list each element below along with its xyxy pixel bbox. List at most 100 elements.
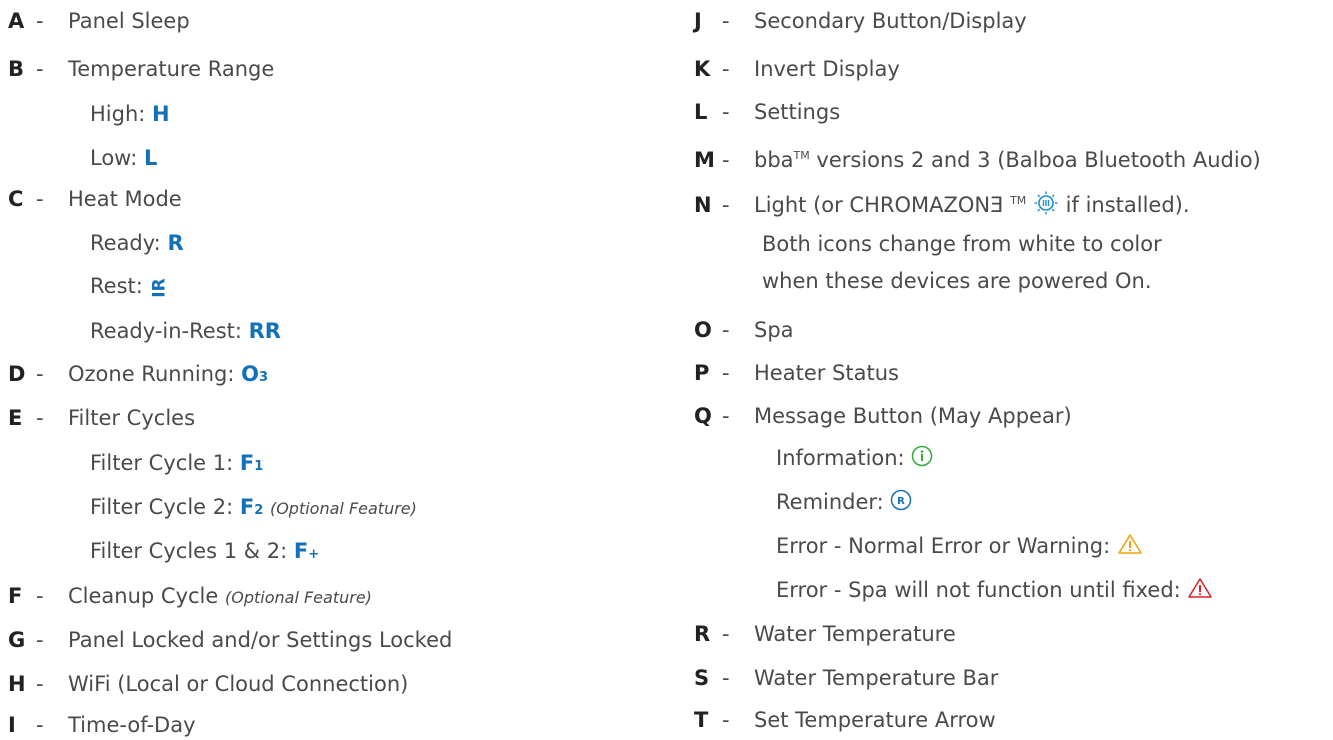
legend-dash: - [722, 9, 730, 33]
legend-item-k: K - Invert Display [694, 56, 900, 82]
light-label: Light (or CHROMAZONƎ [754, 193, 1004, 217]
legend-item-c: C - Heat Mode [8, 186, 182, 212]
legend-letter: I [8, 713, 16, 737]
legend-label: Ozone Running: [68, 362, 235, 386]
rir-label: Ready-in-Rest: [90, 319, 242, 343]
legend-letter: P [694, 361, 710, 385]
legend-label: Panel Sleep [68, 9, 190, 33]
fc12-label: Filter Cycles 1 & 2: [90, 539, 288, 563]
rest-label: Rest: [90, 274, 143, 298]
bba-versions-label: versions 2 and 3 (Balboa Bluetooth Audio… [809, 148, 1261, 172]
legend-dash: - [722, 361, 730, 385]
legend-letter: K [694, 57, 711, 81]
legend-item-p: P - Heater Status [694, 360, 899, 386]
legend-item-m: M - bbaTM versions 2 and 3 (Balboa Bluetoo… [694, 143, 1261, 173]
legend-item-l: L - Settings [694, 99, 840, 125]
legend-dash: - [36, 9, 44, 33]
legend-letter: H [8, 672, 26, 696]
legend-dash: - [722, 404, 730, 428]
legend-letter: C [8, 187, 24, 211]
fc1-code: F1 [239, 451, 264, 475]
light-label-suffix: if installed). [1058, 193, 1190, 217]
legend-dash: - [722, 708, 730, 732]
message-error-normal: Error - Normal Error or Warning: [776, 533, 1143, 561]
trademark-mark: TM [1010, 194, 1027, 207]
legend-label: Time-of-Day [68, 713, 196, 737]
low-label: Low: [90, 146, 138, 170]
legend-dash: - [722, 318, 730, 342]
legend-letter: A [8, 9, 25, 33]
legend-letter: D [8, 362, 26, 386]
temp-range-low: Low: L [90, 145, 157, 171]
legend-label: Spa [754, 318, 794, 342]
error-normal-label: Error - Normal Error or Warning: [776, 534, 1111, 558]
filter-cycles-1-2: Filter Cycles 1 & 2: F+ [90, 538, 319, 568]
legend-letter: S [694, 666, 710, 690]
legend-letter: L [694, 100, 708, 124]
filter-cycle-1: Filter Cycle 1: F1 [90, 450, 263, 480]
legend-letter: O [694, 318, 712, 342]
bba-label: bba [754, 148, 794, 172]
legend-item-b: B - Temperature Range [8, 56, 274, 82]
fc2-label: Filter Cycle 2: [90, 495, 234, 519]
legend-item-a: A - Panel Sleep [8, 8, 190, 34]
legend-item-j: J - Secondary Button/Display [694, 8, 1027, 34]
legend-item-h: H - WiFi (Local or Cloud Connection) [8, 671, 408, 697]
temp-range-high: High: H [90, 101, 170, 127]
legend-label: Settings [754, 100, 841, 124]
low-code: L [143, 146, 158, 170]
legend-dash: - [36, 187, 44, 211]
legend-item-i: I - Time-of-Day [8, 712, 196, 738]
legend-letter: B [8, 57, 25, 81]
legend-dash: - [36, 406, 44, 430]
legend-label: Water Temperature [754, 622, 956, 646]
legend-letter: M [694, 148, 715, 172]
legend-item-d: D - Ozone Running: O3 [8, 361, 268, 391]
high-label: High: [90, 102, 146, 126]
rest-code: IR [149, 278, 170, 298]
legend-item-t: T - Set Temperature Arrow [694, 707, 996, 733]
reminder-circle-icon: R [890, 489, 912, 517]
legend-dash: - [722, 666, 730, 690]
legend-label: Water Temperature Bar [754, 666, 999, 690]
legend-label: Set Temperature Arrow [754, 708, 996, 732]
legend-letter: E [8, 406, 23, 430]
legend-dash: - [722, 622, 730, 646]
legend-label: Secondary Button/Display [754, 9, 1027, 33]
legend-label: Heater Status [754, 361, 899, 385]
legend-label: WiFi (Local or Cloud Connection) [68, 672, 409, 696]
message-reminder: Reminder: R [776, 489, 912, 517]
legend-letter: T [694, 708, 709, 732]
message-error-critical: Error - Spa will not function until fixe… [776, 577, 1213, 605]
heat-mode-rest: Rest: IR [90, 273, 169, 301]
legend-dash: - [36, 672, 44, 696]
legend-label: Filter Cycles [68, 406, 196, 430]
reminder-label: Reminder: [776, 490, 884, 514]
legend-letter: N [694, 193, 712, 217]
ozone-code: O3 [241, 362, 269, 386]
legend-letter: G [8, 628, 26, 652]
legend-label: Cleanup Cycle [68, 584, 219, 608]
optional-note: (Optional Feature) [225, 588, 372, 607]
legend-dash: - [36, 713, 44, 737]
filter-cycle-2: Filter Cycle 2: F2 (Optional Feature) [90, 494, 417, 524]
legend-label: Panel Locked and/or Settings Locked [68, 628, 453, 652]
legend-item-e: E - Filter Cycles [8, 405, 195, 431]
legend-letter: J [694, 9, 702, 33]
rir-code: RR [248, 319, 281, 343]
legend-item-q: Q - Message Button (May Appear) [694, 403, 1072, 429]
legend-letter: Q [694, 404, 712, 428]
legend-item-s: S - Water Temperature Bar [694, 665, 998, 691]
fc12-code: F+ [293, 539, 320, 563]
legend-item-r: R - Water Temperature [694, 621, 956, 647]
legend-item-n: N - Light (or CHROMAZONƎ TM if installed). [694, 188, 1190, 222]
info-circle-icon [911, 445, 933, 473]
light-note-2: when these devices are powered On. [762, 269, 1152, 293]
legend-label: Message Button (May Appear) [754, 404, 1072, 428]
legend-label: Temperature Range [68, 57, 275, 81]
legend-dash: - [722, 148, 730, 172]
error-critical-label: Error - Spa will not function until fixe… [776, 578, 1181, 602]
legend-dash: - [36, 628, 44, 652]
legend-dash: - [36, 57, 44, 81]
heat-mode-ready-in-rest: Ready-in-Rest: RR [90, 318, 281, 344]
